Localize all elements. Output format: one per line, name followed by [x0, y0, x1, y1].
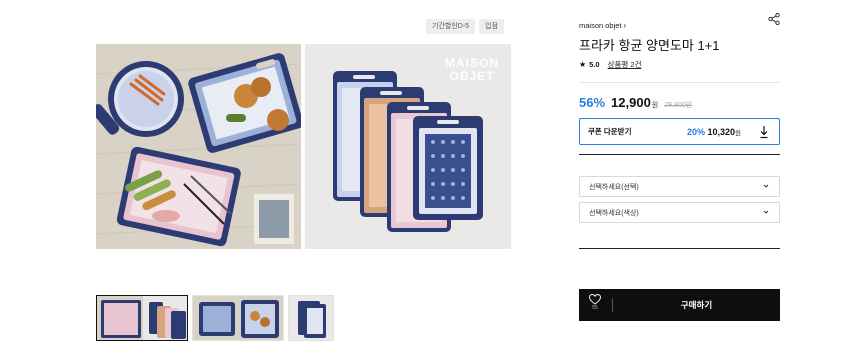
download-icon	[760, 126, 768, 139]
product-badges: 기간할인D-5 입점	[426, 19, 504, 34]
coupon-percent: 20%	[686, 126, 705, 137]
heart-icon	[589, 294, 601, 305]
secondary-product-image[interactable]: MAISON OBJET	[305, 44, 511, 249]
badge-entry: 입점	[479, 19, 504, 34]
product-title: 프라카 항균 양면도마 1+1	[579, 38, 720, 53]
sale-price-unit: 원	[651, 102, 659, 109]
brand-link[interactable]: maison objet ›	[579, 21, 626, 30]
purchase-bar: 55 구매하기	[579, 289, 780, 321]
rating-row: ★ 5.0 상품평 2건	[579, 59, 641, 70]
wishlist-count: 55	[592, 305, 598, 311]
sale-price: 12,900	[611, 95, 651, 110]
divider	[579, 82, 780, 83]
thumbnail-2[interactable]	[192, 295, 284, 341]
option-select-choice[interactable]: 선택하세요(선택)	[579, 176, 780, 197]
badge-period-discount: 기간할인D-5	[426, 19, 476, 34]
discount-rate: 56%	[579, 95, 606, 110]
brand-watermark: MAISON OBJET	[445, 56, 499, 83]
divider	[579, 154, 780, 155]
main-product-image[interactable]	[96, 44, 301, 249]
coupon-label: 쿠폰 다운받기	[588, 127, 632, 136]
wishlist-button[interactable]: 55	[586, 294, 604, 316]
coupon-download-button[interactable]: 쿠폰 다운받기 20% 10,320원	[579, 118, 780, 145]
option-select-color[interactable]: 선택하세요(색상)	[579, 202, 780, 223]
brand-row: maison objet ›	[579, 13, 780, 30]
thumbnail-strip	[96, 295, 334, 341]
thumbnail-3[interactable]	[288, 295, 334, 341]
review-link[interactable]: 상품평 2건	[608, 59, 642, 70]
chevron-down-icon	[763, 210, 769, 214]
price-row: 56% 12,900 원 29,900원	[579, 95, 692, 110]
share-icon[interactable]	[768, 13, 780, 25]
coupon-price: 10,320원	[707, 126, 741, 137]
buy-button[interactable]: 구매하기	[613, 289, 780, 321]
thumbnail-1[interactable]	[96, 295, 188, 341]
star-icon: ★	[579, 60, 587, 69]
chevron-down-icon	[763, 184, 769, 188]
divider	[579, 248, 780, 249]
original-price: 29,900원	[664, 102, 693, 109]
product-info-panel: maison objet › 프라카 항균 양면도마 1+1 ★ 5.0 상품평 …	[579, 0, 780, 348]
rating-value: 5.0	[589, 60, 600, 69]
